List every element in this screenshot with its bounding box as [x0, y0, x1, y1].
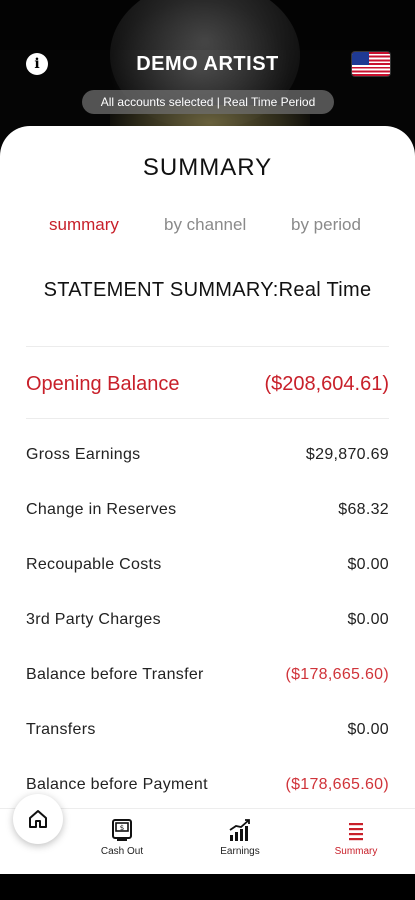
row-value: ($178,665.60): [285, 666, 389, 683]
row-label: Gross Earnings: [26, 446, 141, 463]
summary-list-icon: [349, 823, 363, 841]
us-flag-icon[interactable]: [352, 52, 390, 76]
page-title: SUMMARY: [142, 154, 273, 181]
home-button[interactable]: [13, 794, 63, 844]
earnings-chart-icon: [229, 819, 250, 841]
summary-row-third-party-charges: 3rd Party Charges $0.00: [26, 609, 389, 631]
opening-balance-value: ($208,604.61): [264, 372, 389, 395]
summary-sheet: SUMMARY summary by channel by period STA…: [0, 126, 415, 808]
row-value: $0.00: [347, 611, 389, 628]
row-label: Transfers: [26, 721, 96, 738]
summary-row-transfers: Transfers $0.00: [26, 719, 389, 741]
row-label: Change in Reserves: [26, 501, 177, 518]
nav-label: Summary: [334, 846, 378, 857]
row-value: $0.00: [347, 556, 389, 573]
home-icon: [29, 810, 47, 828]
flag-canton: [352, 52, 369, 65]
row-value: $29,870.69: [305, 446, 389, 463]
cash-out-icon: $: [112, 819, 132, 841]
row-label: Recoupable Costs: [26, 556, 162, 573]
nav-cash-out[interactable]: $ Cash Out: [82, 817, 162, 857]
statement-heading: STATEMENT SUMMARY:Real Time: [43, 279, 372, 301]
summary-row-recoupable-costs: Recoupable Costs $0.00: [26, 554, 389, 576]
nav-earnings[interactable]: Earnings: [200, 817, 280, 857]
nav-label: Cash Out: [100, 846, 144, 857]
opening-balance-row: Opening Balance ($208,604.61): [26, 370, 389, 398]
opening-balance-label: Opening Balance: [26, 372, 180, 395]
nav-label: Earnings: [220, 846, 260, 857]
row-value: $68.32: [338, 501, 389, 518]
row-label: Balance before Transfer: [26, 666, 204, 683]
tab-summary[interactable]: summary: [49, 215, 119, 235]
accounts-period-selector[interactable]: All accounts selected | Real Time Period: [82, 90, 334, 114]
summary-row-balance-before-payment: Balance before Payment ($178,665.60): [26, 774, 389, 796]
system-bottom-bar: [0, 874, 415, 900]
tab-by-channel[interactable]: by channel: [164, 215, 246, 235]
row-value: ($178,665.60): [285, 776, 389, 793]
summary-tabs: summary by channel by period: [0, 215, 415, 239]
divider: [26, 418, 389, 419]
row-label: Balance before Payment: [26, 776, 208, 793]
summary-row-gross-earnings: Gross Earnings $29,870.69: [26, 444, 389, 466]
divider: [26, 346, 389, 347]
svg-text:$: $: [120, 824, 124, 832]
tab-by-period[interactable]: by period: [291, 215, 361, 235]
nav-summary[interactable]: Summary: [316, 817, 396, 857]
summary-row-change-in-reserves: Change in Reserves $68.32: [26, 499, 389, 521]
row-value: $0.00: [347, 721, 389, 738]
summary-row-balance-before-transfer: Balance before Transfer ($178,665.60): [26, 664, 389, 686]
row-label: 3rd Party Charges: [26, 611, 161, 628]
